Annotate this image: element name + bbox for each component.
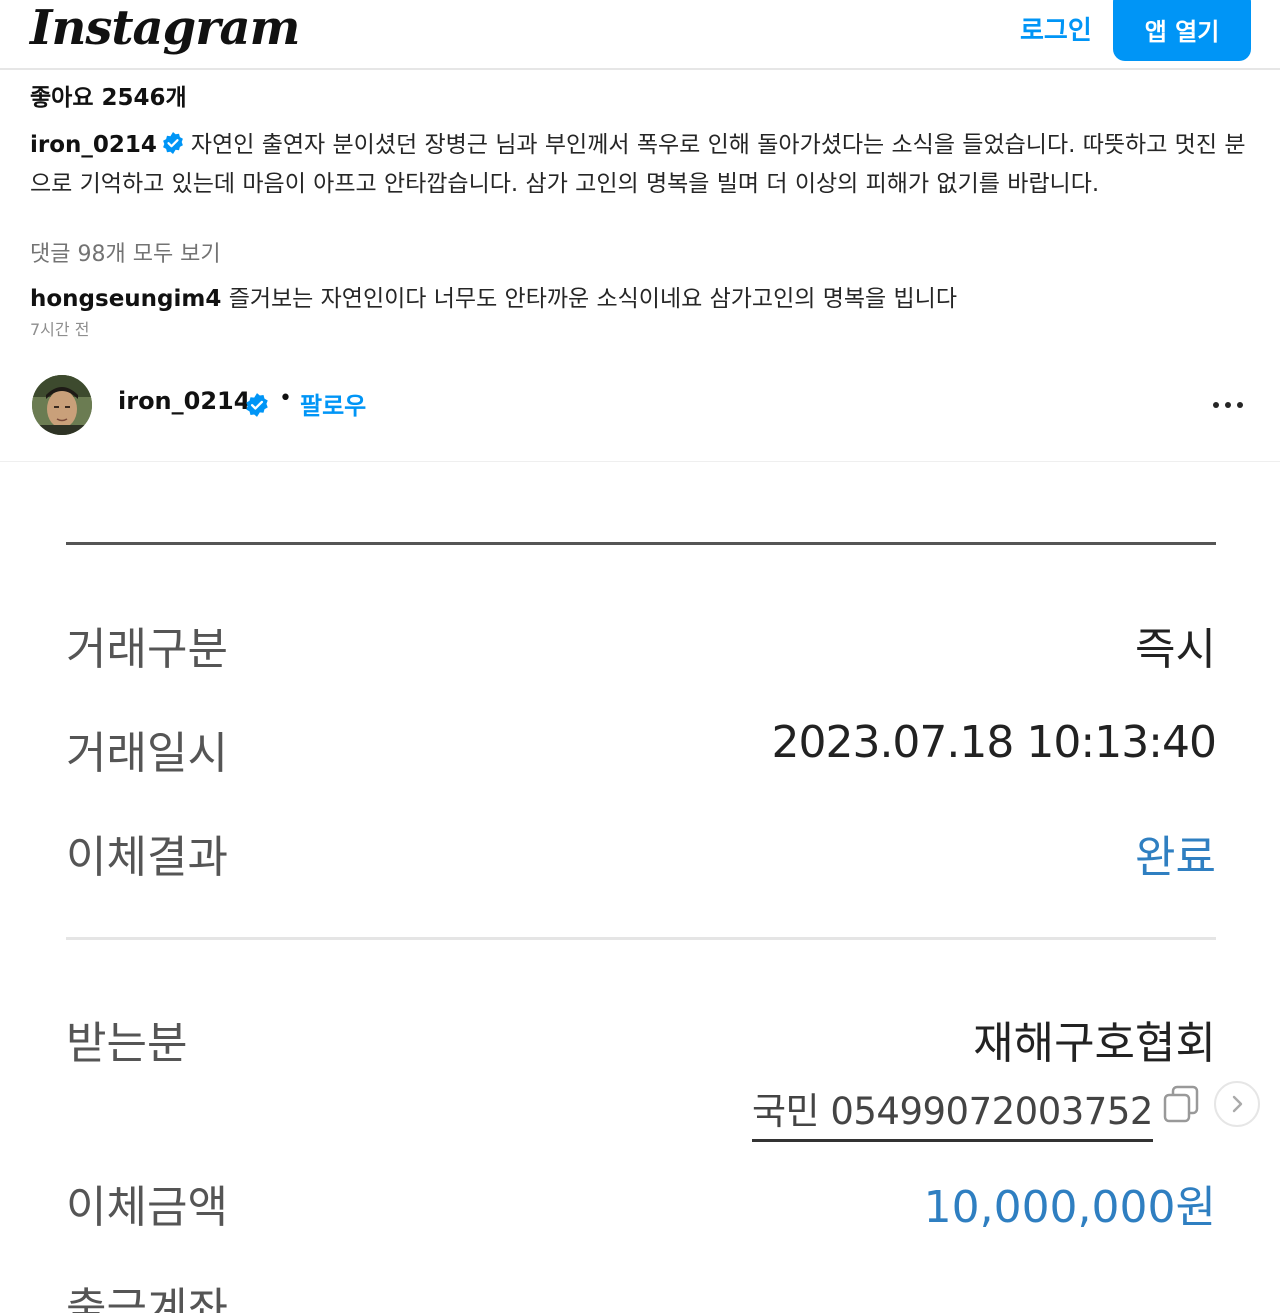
receipt-label-transfer-amount: 이체금액: [66, 1182, 228, 1233]
receipt-label-transaction-date: 거래일시: [66, 728, 228, 779]
verified-badge-icon: [246, 393, 268, 417]
receipt-value-transfer-result: 완료: [1135, 832, 1216, 883]
chevron-right-icon: [1232, 1095, 1243, 1113]
login-link[interactable]: 로그인: [1020, 10, 1092, 47]
receipt-label-transaction-type: 거래구분: [66, 624, 228, 675]
verified-badge-icon: [163, 132, 183, 154]
comment-text: 즐거보는 자연인이다 너무도 안타까운 소식이네요 삼가고인의 명복을 빕니다: [228, 286, 957, 312]
receipt-value-transfer-amount: 10,000,000원: [923, 1182, 1216, 1233]
receipt-label-withdrawal-account: 출금계좌: [66, 1284, 228, 1313]
instagram-logo[interactable]: Instagram: [30, 0, 300, 56]
post-author-header: iron_0214 • 팔로우: [0, 360, 1280, 462]
avatar-photo: [32, 375, 92, 435]
next-image-button[interactable]: [1214, 1081, 1260, 1127]
post-caption: iron_0214 자연인 출연자 분이셨던 장병근 님과 부인께서 폭우로 인해…: [30, 126, 1250, 204]
comment-username[interactable]: hongseungim4: [30, 286, 221, 312]
post-image-transfer-receipt: 거래구분 즉시 거래일시 2023.07.18 10:13:40 이체결과 완료…: [0, 463, 1280, 1313]
recipient-account-number: 국민 05499072003752: [752, 1081, 1153, 1142]
receipt-value-recipient: 재해구호협회: [973, 1018, 1216, 1069]
view-all-comments-link[interactable]: 댓글 98개 모두 보기: [30, 236, 221, 268]
open-app-button[interactable]: 앱 열기: [1113, 0, 1251, 61]
receipt-label-transfer-result: 이체결과: [66, 832, 228, 883]
separator-dot: •: [279, 386, 292, 411]
likes-count[interactable]: 좋아요 2546개: [30, 78, 187, 112]
caption-username[interactable]: iron_0214: [30, 132, 157, 158]
receipt-value-transaction-type: 즉시: [1135, 624, 1216, 675]
caption-text: 자연인 출연자 분이셨던 장병근 님과 부인께서 폭우로 인해 돌아가셨다는 소…: [30, 132, 1246, 197]
divider: [66, 937, 1216, 940]
copy-icon[interactable]: [1161, 1083, 1203, 1125]
avatar[interactable]: [32, 375, 92, 435]
follow-button[interactable]: 팔로우: [300, 386, 366, 421]
top-bar: Instagram 로그인 앱 열기: [0, 0, 1280, 70]
receipt-label-recipient: 받는분: [66, 1018, 188, 1069]
comment-timestamp: 7시간 전: [30, 320, 90, 339]
comment-item: hongseungim4 즐거보는 자연인이다 너무도 안타까운 소식이네요 삼…: [30, 279, 957, 313]
more-horizontal-icon[interactable]: [1208, 384, 1248, 424]
receipt-value-transaction-date: 2023.07.18 10:13:40: [771, 717, 1217, 768]
author-username[interactable]: iron_0214: [118, 387, 250, 415]
divider: [66, 542, 1216, 545]
